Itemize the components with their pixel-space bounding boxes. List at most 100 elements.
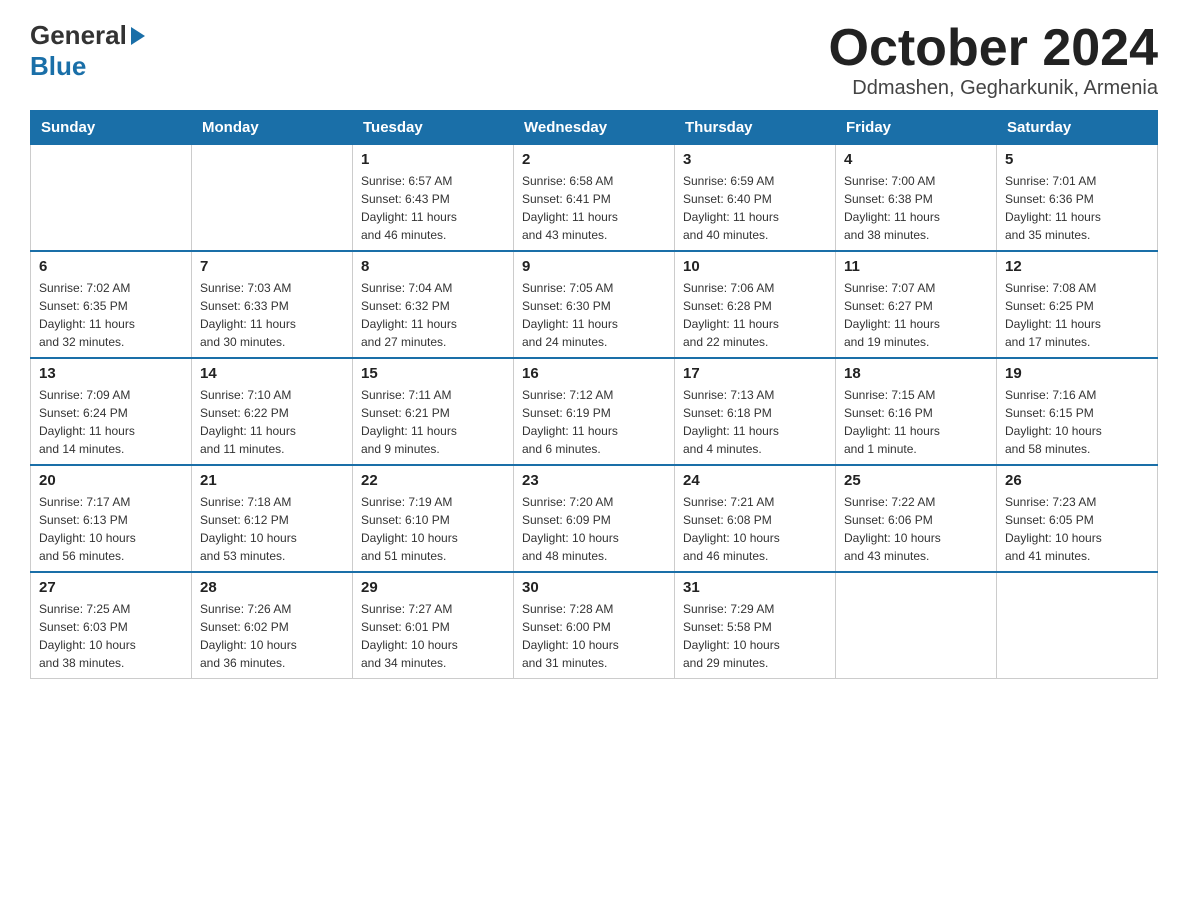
calendar-cell: 29 Sunrise: 7:27 AMSunset: 6:01 PMDayligh… xyxy=(353,572,514,679)
day-info: Sunrise: 7:05 AMSunset: 6:30 PMDaylight:… xyxy=(522,279,666,351)
column-header-wednesday: Wednesday xyxy=(514,111,675,145)
calendar-cell: 13 Sunrise: 7:09 AMSunset: 6:24 PMDayligh… xyxy=(31,358,192,465)
day-number: 9 xyxy=(522,258,666,275)
day-info: Sunrise: 7:12 AMSunset: 6:19 PMDaylight:… xyxy=(522,386,666,458)
calendar-cell: 11Sunrise: 7:07 AMSunset: 6:27 PMDayligh… xyxy=(836,251,997,358)
day-info: Sunrise: 7:23 AMSunset: 6:05 PMDaylight:… xyxy=(1005,493,1149,565)
day-number: 14 xyxy=(200,365,344,382)
day-info: Sunrise: 7:10 AMSunset: 6:22 PMDaylight:… xyxy=(200,386,344,458)
month-year-title: October 2024 xyxy=(829,20,1159,77)
day-info: Sunrise: 7:09 AMSunset: 6:24 PMDaylight:… xyxy=(39,386,183,458)
calendar-cell xyxy=(192,145,353,252)
calendar-cell: 19 Sunrise: 7:16 AMSunset: 6:15 PMDayligh… xyxy=(997,358,1158,465)
logo-general-text: General xyxy=(30,20,145,51)
day-info: Sunrise: 7:18 AMSunset: 6:12 PMDaylight:… xyxy=(200,493,344,565)
day-info: Sunrise: 7:21 AMSunset: 6:08 PMDaylight:… xyxy=(683,493,827,565)
calendar-cell: 17 Sunrise: 7:13 AMSunset: 6:18 PMDayligh… xyxy=(675,358,836,465)
day-number: 8 xyxy=(361,258,505,275)
day-number: 18 xyxy=(844,365,988,382)
day-number: 1 xyxy=(361,151,505,168)
calendar-cell xyxy=(31,145,192,252)
day-number: 22 xyxy=(361,472,505,489)
day-number: 17 xyxy=(683,365,827,382)
column-header-sunday: Sunday xyxy=(31,111,192,145)
day-number: 24 xyxy=(683,472,827,489)
calendar-cell: 25 Sunrise: 7:22 AMSunset: 6:06 PMDayligh… xyxy=(836,465,997,572)
calendar-cell xyxy=(836,572,997,679)
day-number: 25 xyxy=(844,472,988,489)
calendar-cell: 28 Sunrise: 7:26 AMSunset: 6:02 PMDayligh… xyxy=(192,572,353,679)
day-info: Sunrise: 7:07 AMSunset: 6:27 PMDaylight:… xyxy=(844,279,988,351)
logo: General Blue xyxy=(30,20,145,82)
column-header-tuesday: Tuesday xyxy=(353,111,514,145)
title-block: October 2024 Ddmashen, Gegharkunik, Arme… xyxy=(829,20,1159,100)
day-info: Sunrise: 7:22 AMSunset: 6:06 PMDaylight:… xyxy=(844,493,988,565)
page-header: General Blue October 2024 Ddmashen, Gegh… xyxy=(30,20,1158,100)
day-info: Sunrise: 7:06 AMSunset: 6:28 PMDaylight:… xyxy=(683,279,827,351)
day-info: Sunrise: 7:01 AMSunset: 6:36 PMDaylight:… xyxy=(1005,172,1149,244)
calendar-cell: 14 Sunrise: 7:10 AMSunset: 6:22 PMDayligh… xyxy=(192,358,353,465)
calendar-cell xyxy=(997,572,1158,679)
day-info: Sunrise: 7:02 AMSunset: 6:35 PMDaylight:… xyxy=(39,279,183,351)
day-number: 3 xyxy=(683,151,827,168)
calendar-cell: 12 Sunrise: 7:08 AMSunset: 6:25 PMDayligh… xyxy=(997,251,1158,358)
day-info: Sunrise: 7:16 AMSunset: 6:15 PMDaylight:… xyxy=(1005,386,1149,458)
day-info: Sunrise: 7:08 AMSunset: 6:25 PMDaylight:… xyxy=(1005,279,1149,351)
day-info: Sunrise: 7:20 AMSunset: 6:09 PMDaylight:… xyxy=(522,493,666,565)
day-info: Sunrise: 7:19 AMSunset: 6:10 PMDaylight:… xyxy=(361,493,505,565)
day-info: Sunrise: 6:59 AMSunset: 6:40 PMDaylight:… xyxy=(683,172,827,244)
day-info: Sunrise: 7:25 AMSunset: 6:03 PMDaylight:… xyxy=(39,600,183,672)
calendar-table: SundayMondayTuesdayWednesdayThursdayFrid… xyxy=(30,110,1158,679)
location-subtitle: Ddmashen, Gegharkunik, Armenia xyxy=(829,77,1159,100)
calendar-cell: 24 Sunrise: 7:21 AMSunset: 6:08 PMDayligh… xyxy=(675,465,836,572)
column-header-monday: Monday xyxy=(192,111,353,145)
calendar-cell: 2 Sunrise: 6:58 AMSunset: 6:41 PMDaylight… xyxy=(514,145,675,252)
calendar-cell: 5Sunrise: 7:01 AMSunset: 6:36 PMDaylight… xyxy=(997,145,1158,252)
day-number: 29 xyxy=(361,579,505,596)
calendar-header: SundayMondayTuesdayWednesdayThursdayFrid… xyxy=(31,111,1158,145)
calendar-cell: 3 Sunrise: 6:59 AMSunset: 6:40 PMDaylight… xyxy=(675,145,836,252)
calendar-cell: 21 Sunrise: 7:18 AMSunset: 6:12 PMDayligh… xyxy=(192,465,353,572)
day-number: 19 xyxy=(1005,365,1149,382)
column-header-saturday: Saturday xyxy=(997,111,1158,145)
calendar-cell: 10Sunrise: 7:06 AMSunset: 6:28 PMDayligh… xyxy=(675,251,836,358)
calendar-cell: 31Sunrise: 7:29 AMSunset: 5:58 PMDayligh… xyxy=(675,572,836,679)
day-info: Sunrise: 7:00 AMSunset: 6:38 PMDaylight:… xyxy=(844,172,988,244)
calendar-cell: 9 Sunrise: 7:05 AMSunset: 6:30 PMDaylight… xyxy=(514,251,675,358)
calendar-cell: 30Sunrise: 7:28 AMSunset: 6:00 PMDayligh… xyxy=(514,572,675,679)
calendar-cell: 23 Sunrise: 7:20 AMSunset: 6:09 PMDayligh… xyxy=(514,465,675,572)
day-number: 6 xyxy=(39,258,183,275)
day-number: 2 xyxy=(522,151,666,168)
day-number: 13 xyxy=(39,365,183,382)
calendar-cell: 1Sunrise: 6:57 AMSunset: 6:43 PMDaylight… xyxy=(353,145,514,252)
day-info: Sunrise: 7:26 AMSunset: 6:02 PMDaylight:… xyxy=(200,600,344,672)
calendar-week-4: 20Sunrise: 7:17 AMSunset: 6:13 PMDayligh… xyxy=(31,465,1158,572)
day-number: 27 xyxy=(39,579,183,596)
day-info: Sunrise: 7:11 AMSunset: 6:21 PMDaylight:… xyxy=(361,386,505,458)
calendar-cell: 27 Sunrise: 7:25 AMSunset: 6:03 PMDayligh… xyxy=(31,572,192,679)
day-number: 12 xyxy=(1005,258,1149,275)
calendar-cell: 26 Sunrise: 7:23 AMSunset: 6:05 PMDayligh… xyxy=(997,465,1158,572)
calendar-week-1: 1Sunrise: 6:57 AMSunset: 6:43 PMDaylight… xyxy=(31,145,1158,252)
day-number: 15 xyxy=(361,365,505,382)
day-number: 21 xyxy=(200,472,344,489)
logo-chevron-icon xyxy=(131,27,145,45)
column-header-thursday: Thursday xyxy=(675,111,836,145)
calendar-cell: 20Sunrise: 7:17 AMSunset: 6:13 PMDayligh… xyxy=(31,465,192,572)
day-info: Sunrise: 7:04 AMSunset: 6:32 PMDaylight:… xyxy=(361,279,505,351)
day-number: 26 xyxy=(1005,472,1149,489)
day-number: 23 xyxy=(522,472,666,489)
day-info: Sunrise: 7:13 AMSunset: 6:18 PMDaylight:… xyxy=(683,386,827,458)
day-info: Sunrise: 7:15 AMSunset: 6:16 PMDaylight:… xyxy=(844,386,988,458)
calendar-week-3: 13 Sunrise: 7:09 AMSunset: 6:24 PMDayligh… xyxy=(31,358,1158,465)
calendar-cell: 8 Sunrise: 7:04 AMSunset: 6:32 PMDaylight… xyxy=(353,251,514,358)
day-number: 7 xyxy=(200,258,344,275)
day-number: 31 xyxy=(683,579,827,596)
day-info: Sunrise: 7:28 AMSunset: 6:00 PMDaylight:… xyxy=(522,600,666,672)
calendar-cell: 16Sunrise: 7:12 AMSunset: 6:19 PMDayligh… xyxy=(514,358,675,465)
day-number: 28 xyxy=(200,579,344,596)
calendar-week-2: 6 Sunrise: 7:02 AMSunset: 6:35 PMDaylight… xyxy=(31,251,1158,358)
day-info: Sunrise: 7:27 AMSunset: 6:01 PMDaylight:… xyxy=(361,600,505,672)
day-info: Sunrise: 6:58 AMSunset: 6:41 PMDaylight:… xyxy=(522,172,666,244)
calendar-cell: 18 Sunrise: 7:15 AMSunset: 6:16 PMDayligh… xyxy=(836,358,997,465)
